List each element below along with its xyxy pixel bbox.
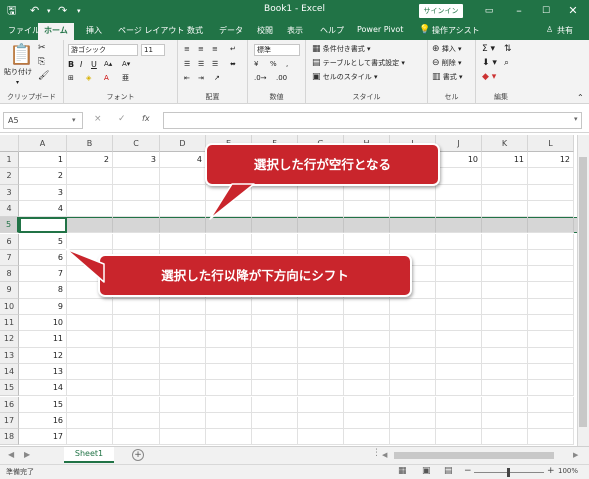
callout-pointers — [65, 183, 255, 283]
callout-bottom-pointer — [65, 248, 105, 283]
excel-window: 🖫 ↶ ▾ ↷ ▾ Book1 - Excel サインイン ▭ – ☐ ✕ ファ… — [0, 0, 589, 479]
callout-top-pointer — [209, 183, 255, 220]
